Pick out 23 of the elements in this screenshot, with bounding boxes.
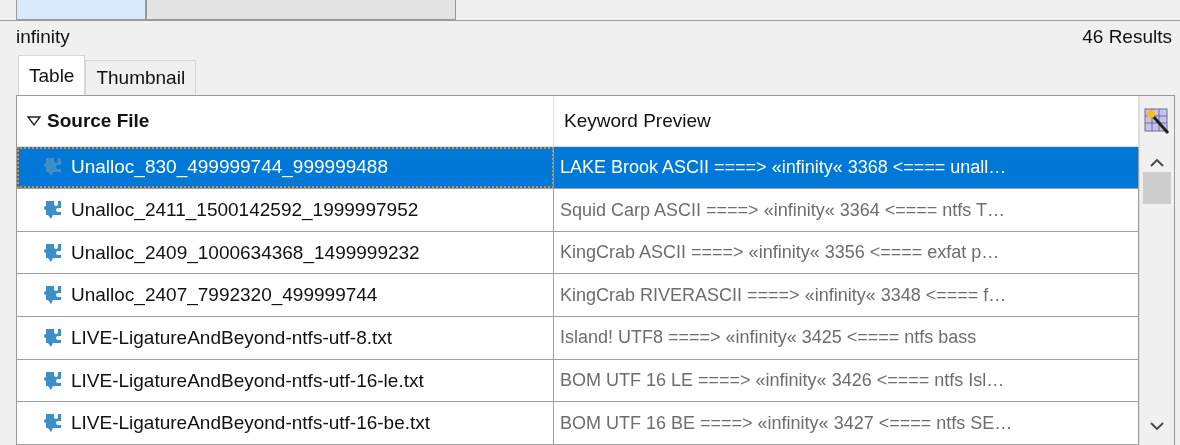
table-wand-icon[interactable] (1143, 106, 1171, 136)
sort-icon (27, 115, 41, 126)
search-term: infinity (16, 26, 70, 48)
file-name: Unalloc_2411_1500142592_1999997952 (71, 199, 419, 221)
table-cell: LAKE Brook ASCII ====> «infinity« 3368 <==== unall… (554, 146, 1139, 189)
file-name: LIVE-LigatureAndBeyond-ntfs-utf-16-le.txt (71, 369, 424, 392)
puzzle-icon (43, 241, 63, 264)
scrollbar-thumb[interactable] (1143, 172, 1171, 204)
puzzle-icon (43, 369, 63, 392)
file-name: LIVE-LigatureAndBeyond-ntfs-utf-8.txt (71, 326, 393, 349)
puzzle-icon (43, 199, 63, 221)
column-header[interactable]: Source File (17, 96, 554, 146)
view-tab[interactable]: Table (18, 55, 86, 95)
table-cell[interactable]: Unalloc_830_499999744_999999488 (17, 146, 554, 189)
result-count: 46 Results (1082, 26, 1172, 48)
file-name: Unalloc_2409_1000634368_1499999232 (71, 241, 420, 264)
file-name: Unalloc_2407_7992320_499999744 (71, 284, 378, 307)
file-name: Unalloc_830_499999744_999999488 (71, 156, 388, 179)
file-name: LIVE-LigatureAndBeyond-ntfs-utf-16-be.txt (71, 412, 431, 435)
scroll-down-icon[interactable] (1150, 421, 1164, 431)
puzzle-icon (43, 326, 63, 349)
view-tab[interactable]: Thumbnail (85, 60, 197, 95)
scroll-up-icon[interactable] (1150, 158, 1164, 168)
